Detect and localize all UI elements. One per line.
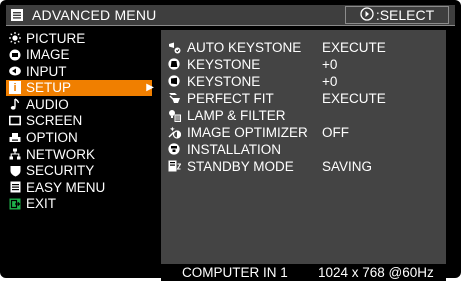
keystone-horizontal-icon [167,74,181,88]
keystone-vertical-icon [167,57,181,71]
menu-item-label: EASY MENU [26,179,106,195]
setup-icon: i [8,81,22,95]
setting-label: LAMP & FILTER [187,107,286,123]
status-bar: COMPUTER IN 1 1024 x 768 @60Hz [161,264,446,281]
menu-item-label: PICTURE [26,30,86,46]
menu-item-label: IMAGE [26,47,70,63]
menu-item-label: NETWORK [26,146,95,162]
menu-item-label: AUDIO [26,96,69,112]
auto-keystone-icon [167,40,181,54]
menu-item-option[interactable]: OPTION [6,130,160,146]
option-icon [8,131,22,145]
easy-menu-icon [8,180,22,194]
setup-panel: AUTO KEYSTONE EXECUTE KEYSTONE +0 KEYSTO… [161,30,446,264]
menu-item-audio[interactable]: AUDIO [6,96,160,112]
setting-value: +0 [322,56,338,72]
setting-value: SAVING [322,158,373,174]
menu-item-label: OPTION [26,130,78,146]
setting-label: PERFECT FIT [187,90,274,106]
title-bar: ADVANCED MENU :SELECT [6,5,455,25]
setting-value: EXECUTE [322,39,386,55]
setting-lamp-filter[interactable]: LAMP & FILTER [167,107,442,123]
select-hint: :SELECT [345,6,449,24]
setting-keystone-horizontal[interactable]: KEYSTONE +0 [167,73,442,89]
setting-value: +0 [322,73,338,89]
main-menu: PICTURE IMAGE INPUT i SETUP ▶ AUDIO SCRE… [6,30,160,213]
menu-item-setup[interactable]: i SETUP ▶ [6,79,154,96]
setting-value: OFF [322,124,349,140]
menu-item-input[interactable]: INPUT [6,63,160,79]
input-source: COMPUTER IN 1 [182,265,288,280]
select-button-icon [360,6,374,24]
menu-frame: ADVANCED MENU :SELECT PICTURE IMAGE INPU… [0,0,461,281]
setting-label: IMAGE OPTIMIZER [187,124,308,140]
menu-item-label: EXIT [26,196,57,212]
setting-perfect-fit[interactable]: PERFECT FIT EXECUTE [167,90,442,106]
setting-label: KEYSTONE [187,56,261,72]
screen-icon [8,114,22,128]
network-icon [8,147,22,161]
menu-item-exit[interactable]: EXIT [6,196,160,212]
exit-icon [8,197,22,211]
projector-osd: ADVANCED MENU :SELECT PICTURE IMAGE INPU… [0,0,473,296]
setting-value: EXECUTE [322,90,386,106]
setting-label: AUTO KEYSTONE [187,39,302,55]
select-hint-label: :SELECT [375,7,435,23]
menu-item-label: INPUT [26,63,67,79]
menu-item-label: SCREEN [26,113,83,129]
menu-item-image[interactable]: IMAGE [6,47,160,63]
menu-item-picture[interactable]: PICTURE [6,30,160,46]
menu-item-security[interactable]: SECURITY [6,163,160,179]
input-icon [8,64,22,78]
image-icon [8,48,22,62]
menu-title: ADVANCED MENU [32,7,157,23]
perfect-fit-icon [167,91,181,105]
setting-label: STANDBY MODE [187,158,294,174]
signal-resolution: 1024 x 768 @60Hz [318,265,434,280]
submenu-arrow-icon: ▶ [146,81,154,93]
brightness-icon [8,31,22,45]
menu-list-icon [11,7,25,23]
title-divider [6,25,455,26]
menu-item-easy-menu[interactable]: EASY MENU [6,179,160,195]
menu-item-label: SECURITY [26,163,95,179]
setting-auto-keystone[interactable]: AUTO KEYSTONE EXECUTE [167,39,442,55]
music-note-icon [8,97,22,111]
image-optimizer-icon [167,125,181,139]
installation-icon [167,142,181,156]
lamp-filter-icon [167,108,181,122]
setting-label: KEYSTONE [187,73,261,89]
shield-icon [8,164,22,178]
setting-image-optimizer[interactable]: IMAGE OPTIMIZER OFF [167,124,442,140]
menu-item-label: SETUP [26,80,72,96]
setting-standby-mode[interactable]: STANDBY MODE SAVING [167,158,442,174]
standby-icon [167,159,181,173]
setting-installation[interactable]: INSTALLATION [167,141,442,157]
setting-keystone-vertical[interactable]: KEYSTONE +0 [167,56,442,72]
menu-item-screen[interactable]: SCREEN [6,113,160,129]
menu-item-network[interactable]: NETWORK [6,146,160,162]
setting-label: INSTALLATION [187,141,282,157]
